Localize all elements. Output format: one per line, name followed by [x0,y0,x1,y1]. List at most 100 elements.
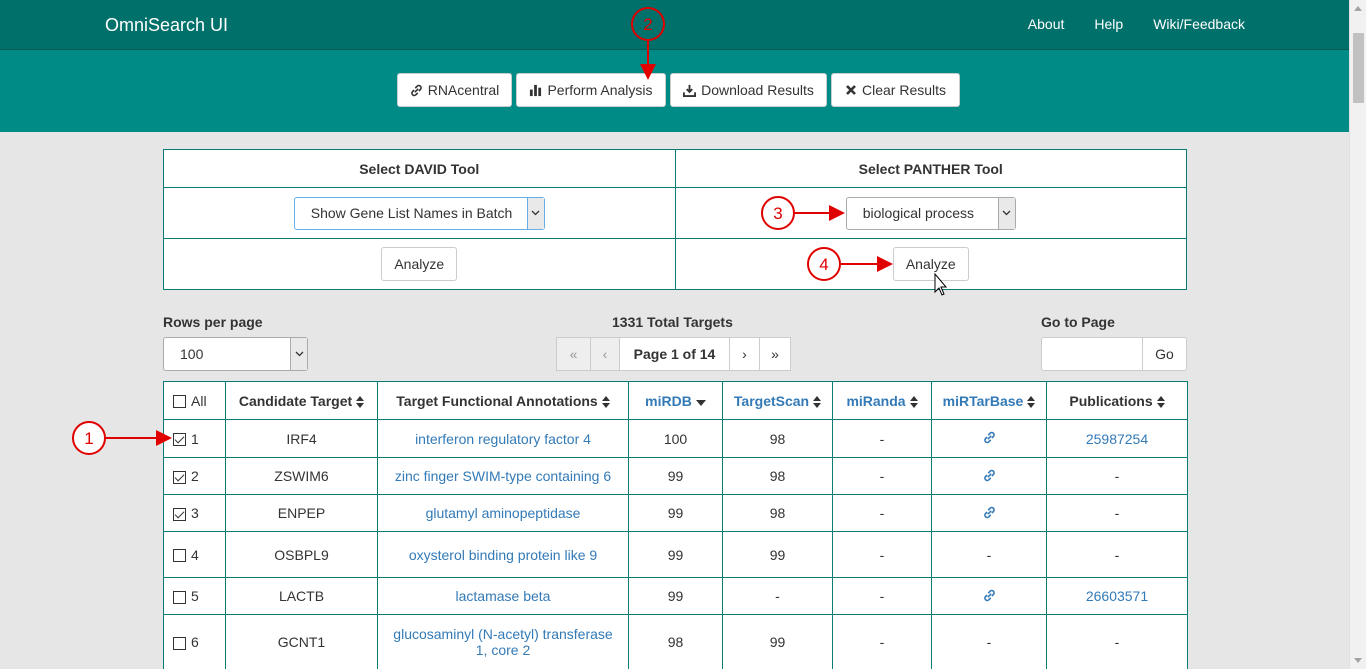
link-icon [983,431,995,444]
publication-link[interactable]: 26603571 [1086,588,1148,604]
results-table: All Candidate Target Target Functional A… [163,381,1188,669]
first-page-button[interactable]: « [556,337,591,371]
select-all-checkbox[interactable] [173,395,186,409]
chevron-down-icon[interactable] [290,338,307,370]
mirtarbase-header[interactable]: miRTarBase [931,381,1047,420]
miranda-header[interactable]: miRanda [832,381,932,420]
go-button[interactable]: Go [1142,337,1187,371]
go-to-page-input[interactable] [1041,337,1143,371]
annotation-link[interactable]: zinc finger SWIM-type containing 6 [395,468,611,484]
prev-page-button[interactable]: ‹ [590,337,620,371]
row-checkbox[interactable] [173,590,186,604]
panther-tool-select[interactable]: biological process [845,196,1016,230]
panther-select-cell: biological process [674,187,1187,239]
last-page-button[interactable]: » [759,337,791,371]
publication-value: - [1114,546,1120,563]
select-all-header[interactable]: All [163,381,226,420]
mirdb-header[interactable]: miRDB [628,381,723,420]
chevron-down-icon[interactable] [997,197,1015,229]
sort-icon [909,395,918,408]
row-select-cell: 2 [163,457,226,495]
panther-tool-header: Select PANTHER Tool [674,149,1187,188]
mirtarbase-value: - [986,546,992,563]
scroll-up-icon[interactable] [1354,6,1362,11]
rows-per-page-value: 100 [180,346,204,362]
link-icon [983,506,995,518]
annotation-cell: glutamyl aminopeptidase [377,494,629,532]
rnacentral-button[interactable]: RNAcentral [397,73,512,107]
rows-per-page-select[interactable]: 100 [163,337,308,371]
table-header-row: All Candidate Target Target Functional A… [163,381,1188,420]
miranda-cell: - [832,614,932,669]
rnacentral-label: RNAcentral [427,82,500,98]
table-row[interactable]: 3 ENPEP glutamyl aminopeptidase 99 98- - [163,494,1188,532]
david-analyze-button[interactable]: Analyze [381,247,458,281]
annotation-link[interactable]: glutamyl aminopeptidase [426,505,581,521]
candidate-target-header[interactable]: Candidate Target [225,381,378,420]
mirtarbase-link[interactable] [983,469,996,485]
annotation-link[interactable]: glucosaminyl (N-acetyl) transferase 1, c… [393,626,612,658]
targetscan-cell: 99 [722,531,833,578]
table-row[interactable]: 6 GCNT1 glucosaminyl (N-acetyl) transferas… [163,614,1188,669]
table-row[interactable]: 1 IRF4 interferon regulatory factor 4 100 98… [163,419,1188,458]
panther-analyze-button[interactable]: Analyze [892,247,969,281]
table-row[interactable]: 2 ZSWIM6 zinc finger SWIM-type containing … [163,457,1188,495]
row-number: 5 [191,588,199,604]
david-tool-header: Select DAVID Tool [163,149,676,188]
row-number: 1 [191,430,199,447]
row-number: 6 [191,634,199,650]
mirtarbase-cell: - [931,614,1047,669]
annotation-link[interactable]: interferon regulatory factor 4 [415,431,591,447]
row-checkbox[interactable] [173,433,186,447]
nav-about-link[interactable]: About [1028,16,1065,32]
row-number: 4 [191,546,199,563]
publication-link[interactable]: 25987254 [1086,431,1148,447]
mirdb-cell: 99 [628,577,723,615]
annotation-cell: lactamase beta [377,577,629,615]
clear-results-button[interactable]: Clear Results [831,73,960,107]
targetscan-label: TargetScan [733,392,810,409]
miranda-cell: - [832,531,932,578]
publications-header[interactable]: Publications [1046,381,1188,420]
row-checkbox[interactable] [173,549,186,563]
brand-title[interactable]: OmniSearch UI [105,15,228,36]
mirtarbase-cell: - [931,531,1047,578]
mirtarbase-link[interactable] [983,506,996,522]
pagination: « ‹ Page 1 of 14 › » [556,337,791,371]
perform-analysis-button[interactable]: Perform Analysis [516,73,666,107]
annotations-header[interactable]: Target Functional Annotations [377,381,629,420]
perform-analysis-label: Perform Analysis [547,82,653,98]
table-row[interactable]: 5 LACTB lactamase beta 99- -26603571 [163,577,1188,615]
publications-label: Publications [1069,392,1153,409]
david-tool-select[interactable]: Show Gene List Names in Batch [293,196,545,230]
row-checkbox[interactable] [173,507,186,521]
scroll-thumb[interactable] [1353,33,1364,103]
candidate-target-cell: LACTB [225,577,378,615]
annotation-link[interactable]: oxysterol binding protein like 9 [409,547,597,563]
row-checkbox[interactable] [173,470,186,484]
table-row[interactable]: 4 OSBPL9 oxysterol binding protein like 9 9… [163,531,1188,578]
mirtarbase-link[interactable] [983,431,996,447]
page-scrollbar[interactable] [1349,0,1366,669]
targetscan-header[interactable]: TargetScan [722,381,833,420]
mirtarbase-link[interactable] [983,589,996,605]
nav-help-link[interactable]: Help [1094,16,1123,32]
mirdb-cell: 99 [628,494,723,532]
nav-wiki-feedback-link[interactable]: Wiki/Feedback [1153,16,1245,32]
download-results-button[interactable]: Download Results [670,73,827,107]
mirtarbase-cell [931,577,1047,615]
row-select-cell: 6 [163,614,226,669]
annotation-marker-1-label: 1 [84,429,93,448]
mirdb-label: miRDB [645,392,692,409]
mirdb-cell: 99 [628,457,723,495]
david-selected-value: Show Gene List Names in Batch [310,205,513,221]
row-checkbox[interactable] [173,636,186,650]
chevron-down-icon[interactable] [526,197,544,229]
publications-cell: - [1046,614,1188,669]
next-page-button[interactable]: › [729,337,760,371]
panther-selected-value: biological process [862,205,975,221]
download-results-label: Download Results [701,82,814,98]
analysis-tools-table: Select DAVID Tool Select PANTHER Tool Sh… [163,149,1187,290]
scroll-down-icon[interactable] [1354,658,1362,663]
annotation-link[interactable]: lactamase beta [456,588,551,604]
